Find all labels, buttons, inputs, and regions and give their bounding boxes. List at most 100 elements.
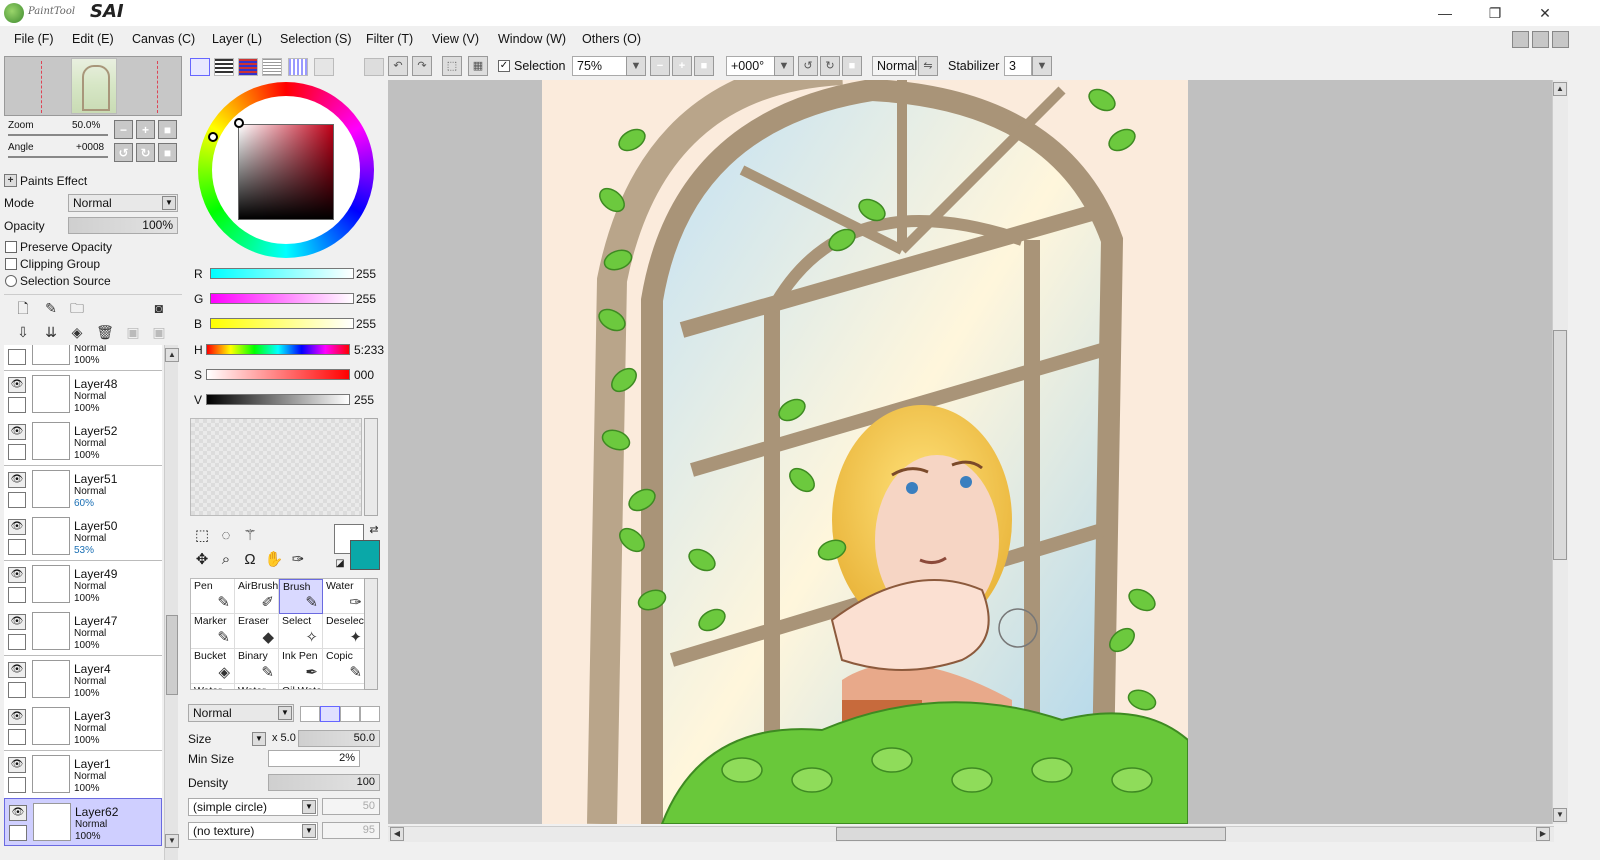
layer-row[interactable]: 👁 Layer48 Normal 100% <box>4 370 162 419</box>
eye-icon[interactable]: 👁 <box>8 376 26 393</box>
navigator-preview[interactable] <box>4 56 182 116</box>
canvas-scroll-right-arrow[interactable]: ▶ <box>1536 827 1550 841</box>
brush-blend-mode-select[interactable]: Normal ▼ <box>188 704 294 722</box>
menu-others[interactable]: Others (O) <box>582 32 641 46</box>
color-wheel-mode-icon[interactable] <box>190 58 210 76</box>
eye-icon[interactable]: 👁 <box>8 566 26 583</box>
new-folder-icon[interactable]: 🗀 <box>68 299 86 317</box>
layer-row[interactable]: 👁 Layer52 Normal 100% <box>4 418 162 466</box>
selection-source-radio[interactable] <box>5 275 17 287</box>
zoom-tool-icon[interactable]: ⌕ <box>216 550 236 570</box>
eye-icon[interactable]: 👁 <box>8 756 26 773</box>
canvas-scroll-left-arrow[interactable]: ◀ <box>390 827 404 841</box>
menu-layer[interactable]: Layer (L) <box>212 32 262 46</box>
selection-checkbox[interactable]: ✓ <box>498 60 510 72</box>
s-slider[interactable] <box>206 369 350 380</box>
zoom-out-button[interactable]: − <box>114 120 133 139</box>
layer-lock-toggle[interactable] <box>8 729 26 745</box>
sv-cursor[interactable] <box>234 118 244 128</box>
brush-tool-water[interactable]: Water ✑ <box>323 579 365 614</box>
size-slider[interactable]: 50.0 <box>298 730 380 747</box>
g-slider[interactable] <box>210 293 354 304</box>
canvas-horizontal-scroll-thumb[interactable] <box>836 827 1226 841</box>
swap-colors-icon[interactable]: ⇄ <box>364 520 384 540</box>
default-colors-icon[interactable]: ◪ <box>330 554 350 574</box>
paints-effect-expand-icon[interactable]: + <box>4 174 17 187</box>
invert-selection-icon[interactable]: ▦ <box>468 56 488 76</box>
eye-icon[interactable]: 👁 <box>8 471 26 488</box>
chevron-down-icon[interactable]: ▼ <box>1032 56 1052 76</box>
menu-selection[interactable]: Selection (S) <box>280 32 352 46</box>
brush-tool-oil-wate[interactable]: Oil Wate <box>279 684 323 689</box>
canvas-area[interactable] <box>388 80 1554 824</box>
swatch-scrollbar[interactable] <box>364 418 378 516</box>
layer-row[interactable]: 👁 Layer50 Normal 53% <box>4 513 162 561</box>
menu-view[interactable]: View (V) <box>432 32 479 46</box>
eye-icon[interactable]: 👁 <box>8 709 26 725</box>
tip-shape-soft-icon[interactable] <box>340 706 360 722</box>
eye-icon[interactable]: 👁 <box>8 661 26 678</box>
restore-button[interactable]: ❐ <box>1470 0 1520 26</box>
menu-window[interactable]: Window (W) <box>498 32 566 46</box>
rotate-reset-button[interactable]: ■ <box>158 143 177 162</box>
brush-grid-scrollbar[interactable] <box>364 578 378 690</box>
scratchpad-mode-icon[interactable] <box>314 58 334 76</box>
blend-mode-select[interactable]: Normal <box>872 56 917 76</box>
layer-row[interactable]: 👁 Layer51 Normal 60% <box>4 465 162 514</box>
eye-icon[interactable]: 👁 <box>8 614 26 630</box>
brush-texture-select[interactable]: (no texture) ▼ <box>188 822 318 840</box>
layer-row[interactable]: 👁 Layer47 Normal 100% <box>4 608 162 656</box>
layer-row[interactable]: 👁 Layer3 Normal 100% <box>4 703 162 751</box>
layer-lock-toggle[interactable] <box>8 349 26 365</box>
rotate-right-icon[interactable]: ↻ <box>820 56 840 76</box>
delete-layer-icon[interactable]: 🗑 <box>96 323 114 341</box>
v-slider[interactable] <box>206 394 350 405</box>
transfer-down-icon[interactable]: ⇩ <box>14 323 32 341</box>
rect-select-icon[interactable]: ⬚ <box>192 526 212 546</box>
layer-row[interactable]: 👁 Layer49 Normal 100% <box>4 560 162 609</box>
layer-scrollbar-thumb[interactable] <box>166 615 178 695</box>
mdi-minimize-button[interactable] <box>1512 31 1529 48</box>
brush-shape-select[interactable]: (simple circle) ▼ <box>188 798 318 816</box>
preserve-opacity-checkbox[interactable] <box>5 241 17 253</box>
hsv-slider-mode-icon[interactable] <box>238 58 258 76</box>
clear-layer-icon[interactable]: ◈ <box>68 323 86 341</box>
layer-opacity-slider[interactable]: 100% <box>68 217 178 234</box>
menu-file[interactable]: File (F) <box>14 32 54 46</box>
undo-icon[interactable]: ↶ <box>388 56 408 76</box>
zoom-in-icon[interactable]: + <box>672 56 692 76</box>
chevron-down-icon[interactable]: ▼ <box>626 56 646 76</box>
canvas-vertical-scroll-thumb[interactable] <box>1553 330 1567 560</box>
brush-tool-copic[interactable]: Copic ✎ <box>323 649 365 684</box>
brush-texture-strength[interactable]: 95 <box>322 822 380 839</box>
brush-tool-marker[interactable]: Marker ✎ <box>191 614 235 649</box>
angle-slider[interactable] <box>8 156 108 158</box>
rotate-tool-icon[interactable]: Ω <box>240 550 260 570</box>
zoom-slider[interactable] <box>8 134 108 136</box>
merge-down-icon[interactable]: ⇊ <box>42 323 60 341</box>
layer-lock-toggle[interactable] <box>8 539 26 555</box>
layer-row[interactable]: 👁 Layer62 Normal 100% <box>4 798 162 846</box>
new-linework-layer-icon[interactable]: ✎ <box>42 299 60 317</box>
flip-canvas-icon[interactable]: ⇋ <box>918 56 938 76</box>
intermediate-color-mode-icon[interactable] <box>262 58 282 76</box>
minimize-button[interactable]: — <box>1420 0 1470 26</box>
brush-shape-strength[interactable]: 50 <box>322 798 380 815</box>
stabilizer-select[interactable]: 3 <box>1004 56 1032 76</box>
menu-filter[interactable]: Filter (T) <box>366 32 413 46</box>
brush-tool-water[interactable]: Water <box>191 684 235 689</box>
panel-menu-icon[interactable] <box>364 58 384 76</box>
layer-lock-toggle[interactable] <box>8 396 26 413</box>
density-slider[interactable]: 100 <box>268 774 380 791</box>
layer-row[interactable]: 👁Normal100% <box>4 345 162 371</box>
eye-icon[interactable]: 👁 <box>8 519 26 535</box>
layer-lock-toggle[interactable] <box>8 776 26 793</box>
brush-tool-binary[interactable]: Binary ✎ <box>235 649 279 684</box>
background-color-swatch[interactable] <box>350 540 380 570</box>
layer-scroll-down-arrow[interactable]: ▼ <box>165 834 179 848</box>
tip-shape-flat-icon[interactable] <box>360 706 380 722</box>
eye-icon[interactable]: 👁 <box>8 424 26 440</box>
eyedropper-icon[interactable]: ✑ <box>288 550 308 570</box>
rotate-left-icon[interactable]: ↺ <box>798 56 818 76</box>
layer-lock-toggle[interactable] <box>9 825 27 841</box>
